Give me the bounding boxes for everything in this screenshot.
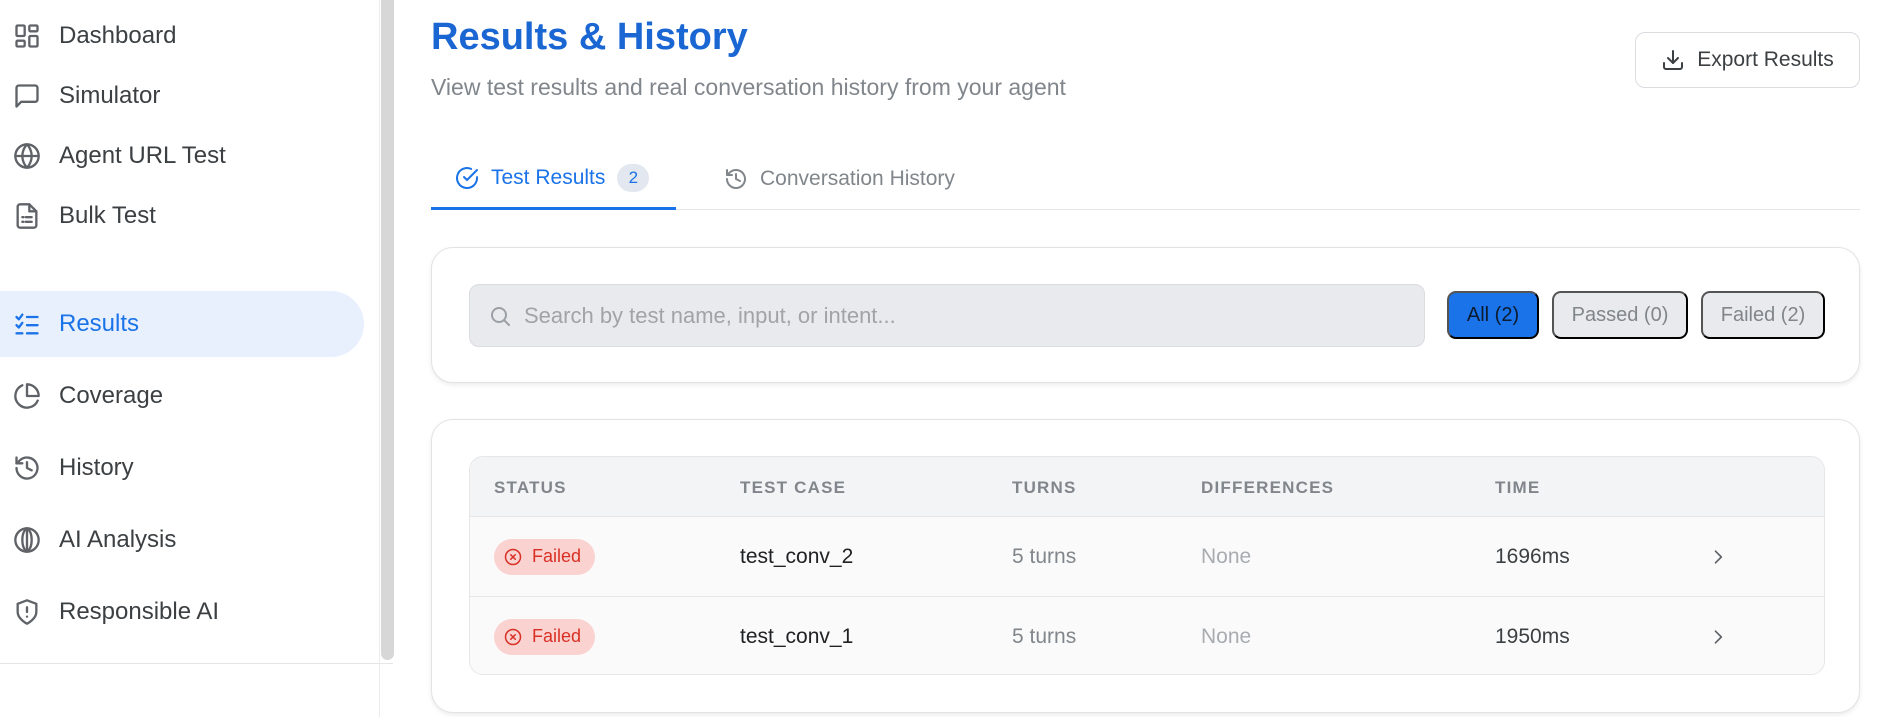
turns-cell: 5 turns — [1012, 544, 1077, 568]
table-row[interactable]: Failed test_conv_2 5 turns None 1696ms — [470, 517, 1824, 596]
brain-icon — [12, 525, 42, 555]
differences-cell: None — [1201, 544, 1252, 568]
sidebar-item-simulator[interactable]: Simulator — [0, 63, 364, 129]
search-filter-card: All (2) Passed (0) Failed (2) — [431, 247, 1860, 383]
shield-icon — [12, 597, 42, 627]
status-badge: Failed — [494, 618, 596, 655]
sidebar-item-agent-url-test[interactable]: Agent URL Test — [0, 123, 364, 189]
status-label: Failed — [532, 626, 582, 646]
column-header-turns[interactable]: TURNS — [1012, 478, 1077, 498]
status-label: Failed — [532, 546, 582, 566]
export-results-label: Export Results — [1697, 48, 1834, 71]
dashboard-icon — [12, 21, 42, 51]
column-header-differences[interactable]: DIFFERENCES — [1201, 478, 1334, 498]
results-table-card: STATUS TEST CASE TURNS DIFFERENCES TIME … — [431, 419, 1860, 713]
test-case-cell: test_conv_1 — [740, 624, 854, 648]
sidebar-item-label: Agent URL Test — [59, 142, 226, 169]
tab-conversation-history-label: Conversation History — [760, 167, 955, 190]
sidebar-item-bulk-test[interactable]: Bulk Test — [0, 183, 364, 249]
sidebar-item-label: Dashboard — [59, 22, 177, 49]
differences-cell: None — [1201, 624, 1252, 648]
tab-test-results[interactable]: Test Results 2 — [431, 148, 676, 210]
sidebar: Dashboard Simulator Agent URL Test Bulk … — [0, 0, 393, 717]
sidebar-item-label: Bulk Test — [59, 202, 156, 229]
history-icon — [12, 453, 42, 483]
pie-chart-icon — [12, 381, 42, 411]
turns-cell: 5 turns — [1012, 624, 1077, 648]
download-icon — [1663, 50, 1684, 70]
status-badge: Failed — [494, 538, 596, 575]
sidebar-item-label: Coverage — [59, 382, 164, 409]
time-cell: 1696ms — [1495, 544, 1570, 568]
checklist-icon — [12, 309, 42, 339]
column-header-status[interactable]: STATUS — [494, 478, 567, 498]
sidebar-item-responsible-ai[interactable]: Responsible AI — [0, 579, 364, 645]
column-header-test-case[interactable]: TEST CASE — [740, 478, 846, 498]
tab-test-results-label: Test Results — [491, 165, 606, 189]
sidebar-item-label: History — [59, 454, 134, 481]
history-icon — [726, 169, 746, 189]
sidebar-item-ai-analysis[interactable]: AI Analysis — [0, 507, 364, 573]
table-row[interactable]: Failed test_conv_1 5 turns None 1950ms — [470, 596, 1824, 674]
time-cell: 1950ms — [1495, 624, 1570, 648]
search-icon — [491, 306, 510, 326]
sidebar-item-label: Simulator — [59, 82, 161, 109]
document-list-icon — [12, 201, 42, 231]
tab-conversation-history[interactable]: Conversation History — [724, 148, 955, 210]
status-cell: Failed — [494, 597, 596, 674]
test-case-cell: test_conv_2 — [740, 544, 854, 568]
page-subtitle: View test results and real conversation … — [431, 74, 1066, 100]
status-cell: Failed — [494, 517, 596, 596]
sidebar-item-history[interactable]: History — [0, 435, 364, 501]
tab-count-badge: 2 — [617, 163, 650, 192]
sidebar-item-label: AI Analysis — [59, 526, 177, 553]
chat-bubble-icon — [12, 81, 42, 111]
tab-bar: Test Results 2 Conversation History — [431, 148, 1860, 210]
filter-failed-button[interactable]: Failed (2) — [1701, 291, 1825, 339]
search-input[interactable] — [524, 302, 1404, 329]
x-circle-icon — [504, 548, 522, 565]
sidebar-item-label: Results — [59, 310, 140, 337]
x-circle-icon — [504, 628, 522, 645]
column-header-time[interactable]: TIME — [1495, 478, 1540, 498]
export-results-button[interactable]: Export Results — [1635, 32, 1860, 88]
page-title: Results & History — [431, 16, 748, 58]
globe-icon — [12, 141, 42, 171]
sidebar-divider — [0, 663, 393, 664]
sidebar-item-results[interactable]: Results — [0, 291, 364, 357]
sidebar-scrollbar[interactable] — [381, 0, 394, 660]
check-circle-icon — [456, 166, 478, 189]
search-box[interactable] — [469, 284, 1425, 347]
table-header: STATUS TEST CASE TURNS DIFFERENCES TIME — [470, 457, 1824, 517]
chevron-right-icon[interactable] — [1708, 597, 1728, 674]
chevron-right-icon[interactable] — [1708, 517, 1728, 596]
filter-all-button[interactable]: All (2) — [1447, 291, 1539, 339]
results-table: STATUS TEST CASE TURNS DIFFERENCES TIME … — [469, 456, 1825, 675]
sidebar-item-label: Responsible AI — [59, 598, 220, 625]
sidebar-item-coverage[interactable]: Coverage — [0, 363, 364, 429]
sidebar-item-dashboard[interactable]: Dashboard — [0, 3, 364, 69]
filter-passed-button[interactable]: Passed (0) — [1552, 291, 1688, 339]
